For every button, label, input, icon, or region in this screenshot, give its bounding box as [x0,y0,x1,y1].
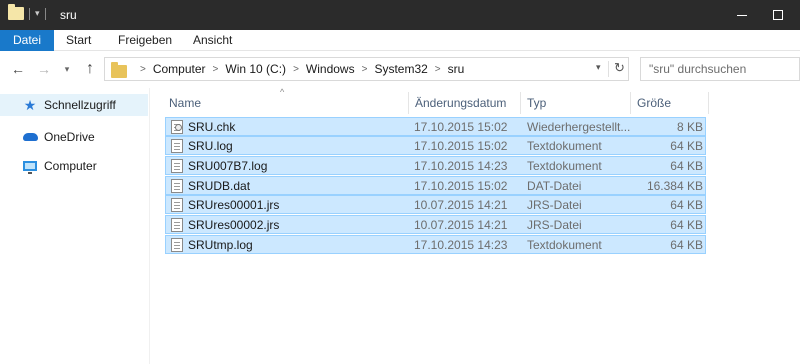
forward-arrow-icon[interactable]: → [34,59,54,79]
file-size: 64 KB [670,218,703,232]
table-row[interactable]: SRUtmp.log 17.10.2015 14:23 Textdokument… [165,235,706,254]
table-row[interactable]: SRU.log 17.10.2015 15:02 Textdokument 64… [165,136,706,155]
refresh-icon[interactable]: ↻ [614,60,625,76]
back-arrow-icon[interactable]: ← [8,59,28,79]
table-row[interactable]: SRU007B7.log 17.10.2015 14:23 Textdokume… [165,156,706,175]
breadcrumb-sru[interactable]: sru [448,62,465,76]
sidebar-item-label: OneDrive [44,130,95,144]
tab-datei[interactable]: Datei [0,30,54,51]
address-bar[interactable]: > Computer > Win 10 (C:) > Windows > Sys… [104,57,629,81]
recent-locations-chevron-icon[interactable]: ▾ [60,59,74,79]
file-type: Wiederhergestellt... [527,120,631,134]
tab-freigeben[interactable]: Freigeben [106,30,184,51]
file-type: Textdokument [527,238,602,252]
folder-icon[interactable] [8,4,24,20]
breadcrumb-windows[interactable]: Windows [306,62,355,76]
file-list: ^ Name Änderungsdatum Typ Größe SRU.chk … [151,87,800,364]
computer-icon [22,158,38,174]
breadcrumb-drive[interactable]: Win 10 (C:) [225,62,286,76]
table-row[interactable]: SRUDB.dat 17.10.2015 15:02 DAT-Datei 16.… [165,176,706,195]
chevron-down-icon[interactable]: ▾ [35,8,40,19]
file-name: SRUtmp.log [188,238,253,252]
toolbar-divider [44,7,46,20]
ribbon-tabs: Datei Start Freigeben Ansicht [0,30,800,51]
file-date: 10.07.2015 14:21 [414,198,508,212]
file-date: 17.10.2015 15:02 [414,120,508,134]
folder-icon [111,62,127,78]
chevron-right-icon[interactable]: > [213,64,219,75]
file-date: 17.10.2015 14:23 [414,159,508,173]
maximize-button[interactable] [758,0,798,30]
table-row[interactable]: SRUres00001.jrs 10.07.2015 14:21 JRS-Dat… [165,195,706,214]
file-icon [171,218,183,232]
file-size: 8 KB [676,120,703,134]
file-name: SRU.chk [188,120,236,134]
navigation-pane: ★ Schnellzugriff OneDrive Computer [0,88,150,364]
recovered-file-icon [171,120,183,134]
address-dropdown-icon[interactable]: ▾ [596,62,601,73]
chevron-right-icon[interactable]: > [435,64,441,75]
tab-start[interactable]: Start [54,30,103,51]
address-divider [608,61,609,77]
file-type: Textdokument [527,139,602,153]
toolbar-divider [29,7,30,20]
chevron-right-icon[interactable]: > [362,64,368,75]
text-file-icon [171,159,183,173]
chevron-right-icon[interactable]: > [140,64,146,75]
sidebar-item-label: Schnellzugriff [44,98,116,112]
file-type: JRS-Datei [527,198,582,212]
title-bar: ▾ sru [0,0,800,30]
file-name: SRU007B7.log [188,159,268,173]
file-size: 64 KB [670,238,703,252]
table-row[interactable]: SRU.chk 17.10.2015 15:02 Wiederhergestel… [165,117,706,136]
file-icon [171,179,183,193]
text-file-icon [171,139,183,153]
column-header-date[interactable]: Änderungsdatum [409,92,521,114]
quick-access-toolbar: ▾ [8,4,46,20]
file-date: 10.07.2015 14:21 [414,218,508,232]
file-type: DAT-Datei [527,179,582,193]
sidebar-item-onedrive[interactable]: OneDrive [0,126,148,148]
minimize-button[interactable] [722,0,762,30]
breadcrumb: > Computer > Win 10 (C:) > Windows > Sys… [133,62,464,76]
breadcrumb-system32[interactable]: System32 [374,62,427,76]
sidebar-item-computer[interactable]: Computer [0,155,148,177]
text-file-icon [171,238,183,252]
minimize-icon [737,14,747,16]
file-type: JRS-Datei [527,218,582,232]
navigation-bar: ← → ▾ ↑ > Computer > Win 10 (C:) > Windo… [0,51,800,88]
file-name: SRUres00001.jrs [188,198,280,212]
file-type: Textdokument [527,159,602,173]
file-date: 17.10.2015 15:02 [414,179,508,193]
file-icon [171,198,183,212]
file-name: SRUres00002.jrs [188,218,280,232]
table-row[interactable]: SRUres00002.jrs 10.07.2015 14:21 JRS-Dat… [165,215,706,234]
file-size: 64 KB [670,159,703,173]
column-header-name[interactable]: Name [163,92,409,114]
file-name: SRU.log [188,139,233,153]
up-arrow-icon[interactable]: ↑ [80,59,100,79]
file-size: 16.384 KB [646,179,703,193]
sidebar-item-schnellzugriff[interactable]: ★ Schnellzugriff [0,94,148,116]
sidebar-item-label: Computer [44,159,97,173]
chevron-right-icon[interactable]: > [293,64,299,75]
file-size: 64 KB [670,198,703,212]
file-date: 17.10.2015 14:23 [414,238,508,252]
file-name: SRUDB.dat [188,179,251,193]
star-icon: ★ [23,96,37,113]
file-date: 17.10.2015 15:02 [414,139,508,153]
column-header-type[interactable]: Typ [521,92,631,114]
maximize-icon [773,10,783,20]
file-size: 64 KB [670,139,703,153]
column-header-size[interactable]: Größe [631,92,709,114]
breadcrumb-computer[interactable]: Computer [153,62,206,76]
window-title: sru [60,8,77,22]
cloud-icon [22,129,38,145]
search-input[interactable]: "sru" durchsuchen [640,57,800,81]
tab-ansicht[interactable]: Ansicht [181,30,244,51]
